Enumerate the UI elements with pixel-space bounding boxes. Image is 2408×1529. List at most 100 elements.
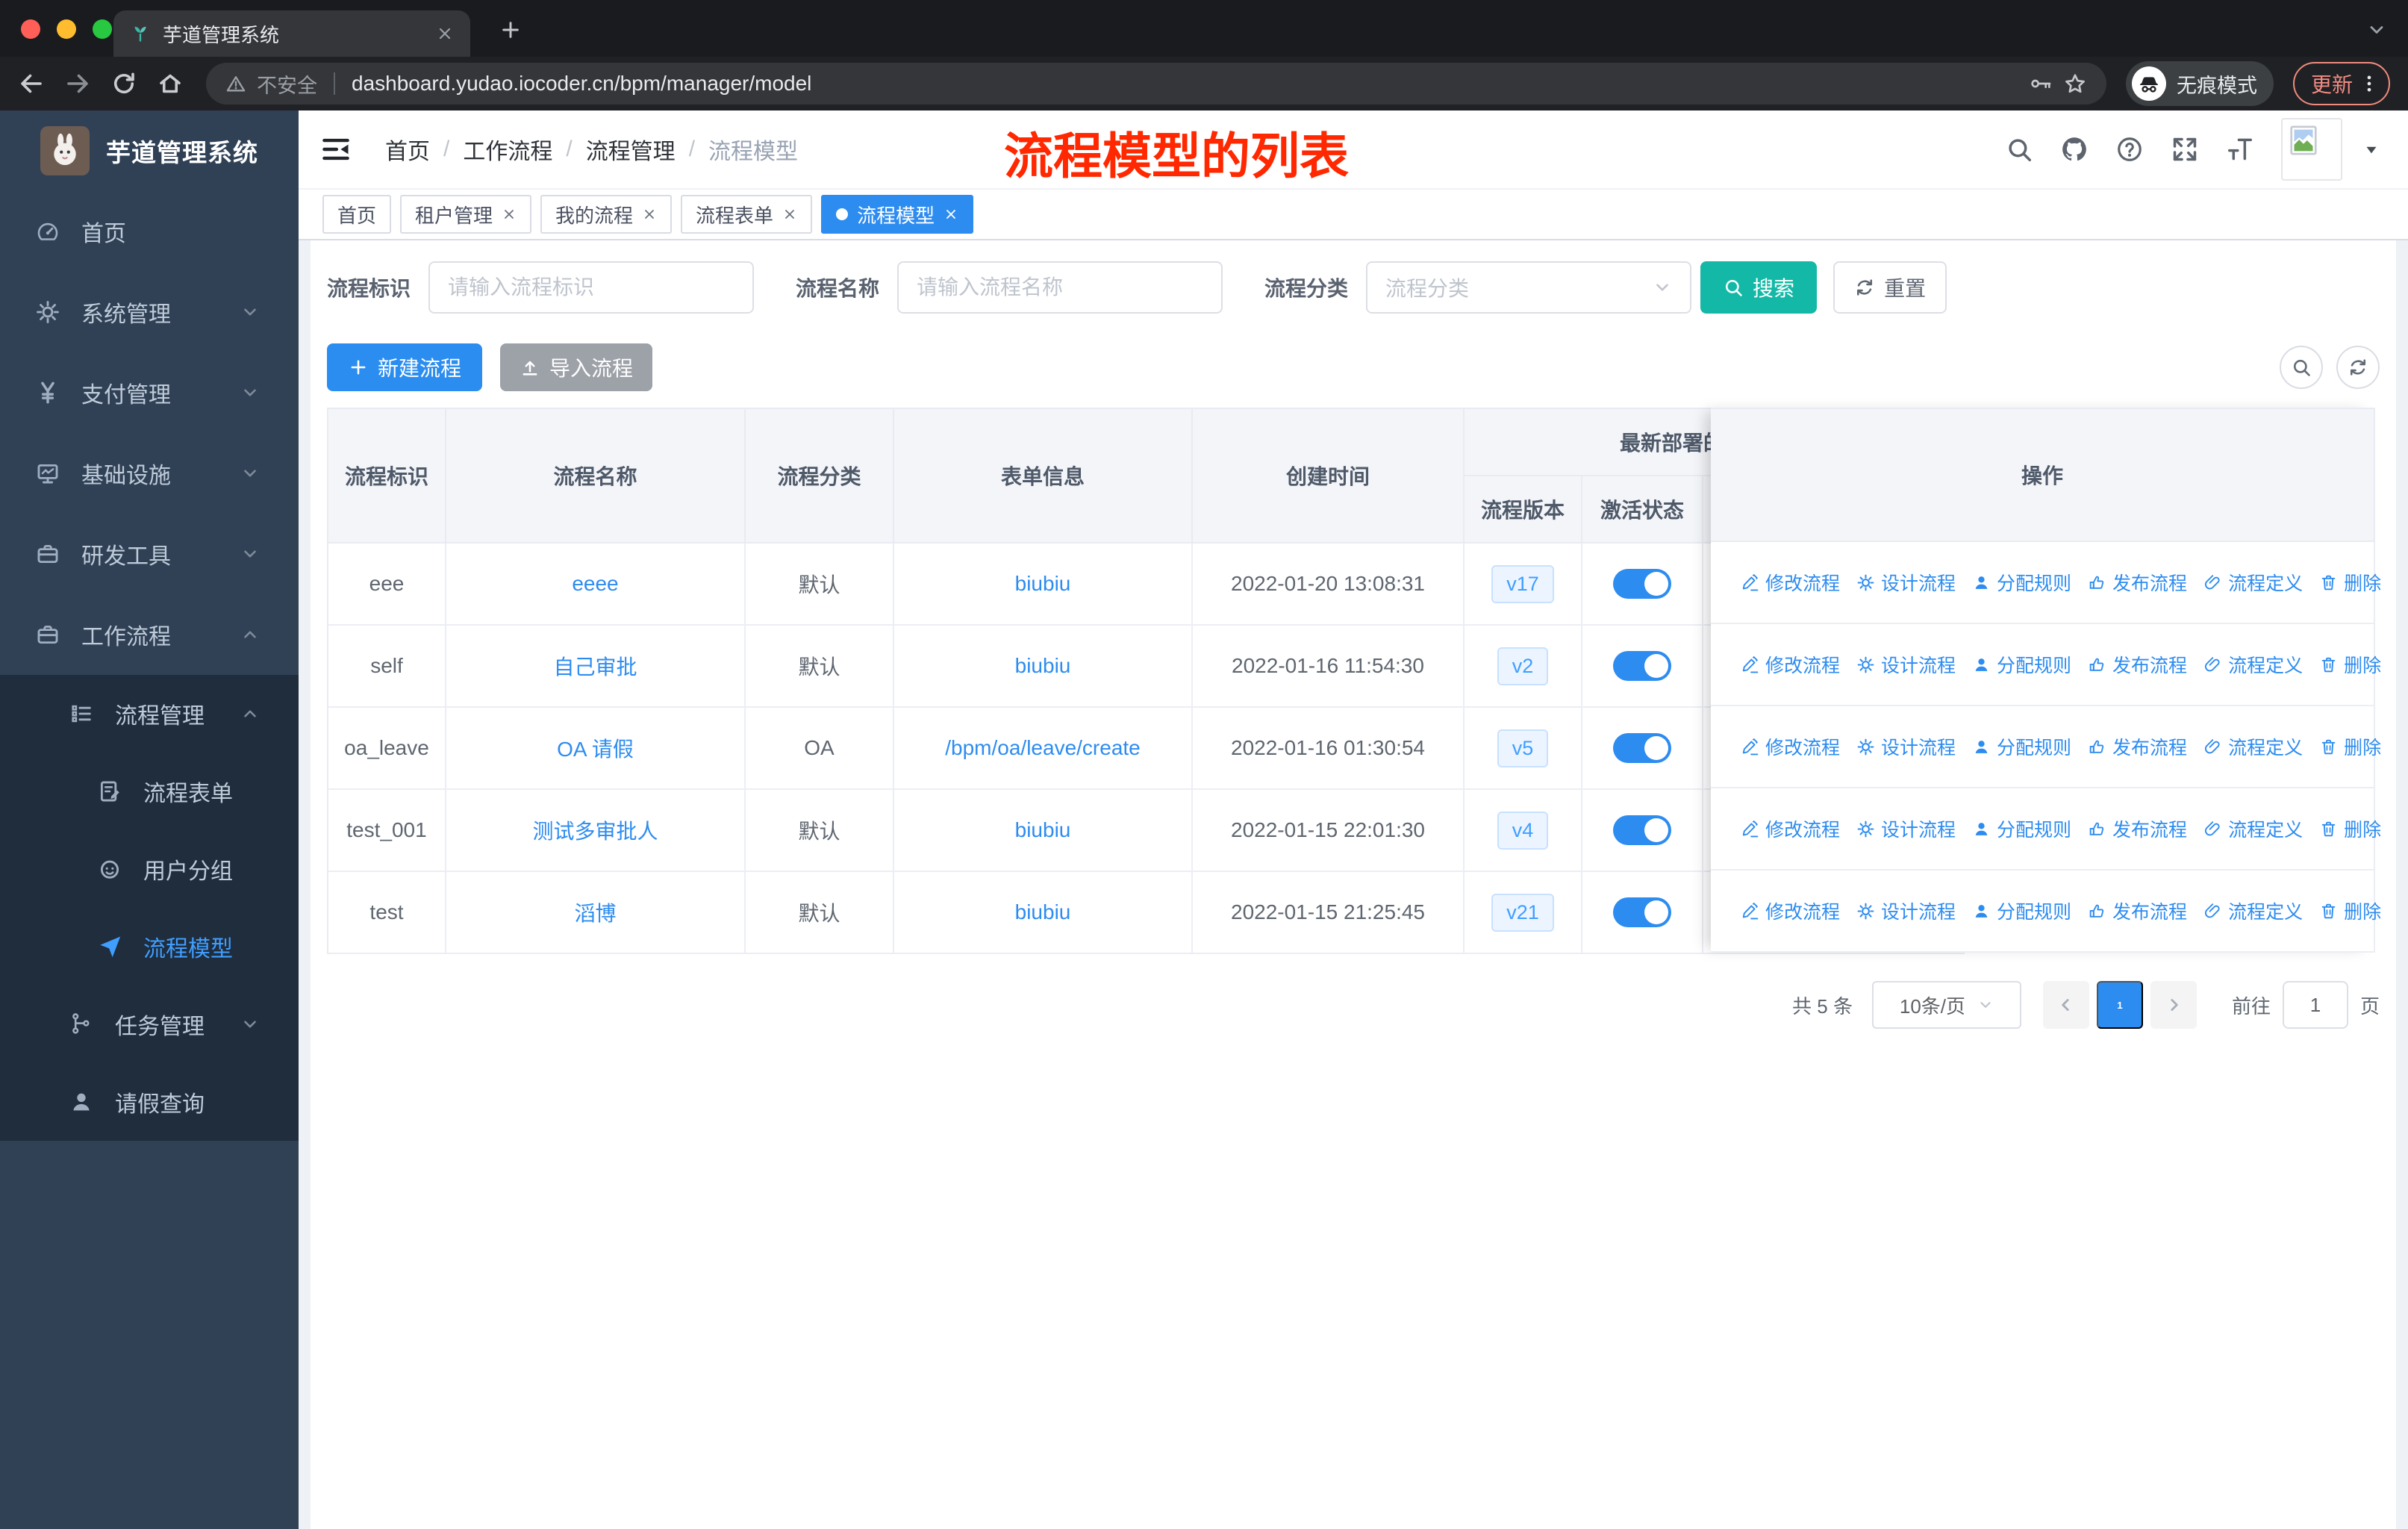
window-minimize-button[interactable] [57,19,76,39]
action-delete-link[interactable]: 删除 [2319,569,2381,596]
search-button[interactable]: 搜索 [1700,261,1818,314]
form-info-link[interactable]: biubiu [1015,818,1071,842]
form-info-link[interactable]: /bpm/oa/leave/create [945,736,1141,760]
create-process-button[interactable]: 新建流程 [327,343,483,391]
goto-page-input[interactable] [2282,981,2348,1029]
action-delete-link[interactable]: 删除 [2319,815,2381,842]
sidebar-item-leave-query[interactable]: 请假查询 [0,1063,299,1141]
form-info-link[interactable]: biubiu [1015,900,1071,924]
sidebar-item-process-manage[interactable]: 流程管理 [0,675,299,753]
tag-close-icon[interactable] [782,207,797,222]
active-toggle[interactable] [1613,897,1671,927]
sidebar-item-payment[interactable]: 支付管理 [0,352,299,433]
action-publish-link[interactable]: 发布流程 [2088,651,2187,678]
action-design-link[interactable]: 设计流程 [1856,815,1956,842]
action-assign-link[interactable]: 分配规则 [1972,651,2071,678]
search-icon[interactable] [2005,135,2033,164]
action-edit-link[interactable]: 修改流程 [1741,733,1840,760]
tags-view-tab[interactable]: 我的流程 [540,195,673,234]
sidebar-item-system[interactable]: 系统管理 [0,272,299,352]
action-definition-link[interactable]: 流程定义 [2203,733,2303,760]
action-publish-link[interactable]: 发布流程 [2088,733,2187,760]
home-icon[interactable] [157,70,184,97]
process-name-link[interactable]: 滔博 [574,897,616,927]
font-size-icon[interactable] [2226,135,2254,164]
sidebar-item-workflow[interactable]: 工作流程 [0,594,299,675]
action-design-link[interactable]: 设计流程 [1856,651,1956,678]
action-assign-link[interactable]: 分配规则 [1972,733,2071,760]
action-edit-link[interactable]: 修改流程 [1741,569,1840,596]
github-icon[interactable] [2060,135,2089,164]
back-icon[interactable] [18,70,45,97]
filter-category-select[interactable]: 流程分类 [1366,261,1692,314]
action-design-link[interactable]: 设计流程 [1856,897,1956,924]
window-close-button[interactable] [21,19,40,39]
tag-close-icon[interactable] [943,207,958,222]
help-icon[interactable] [2115,135,2144,164]
tag-close-icon[interactable] [502,207,517,222]
reload-icon[interactable] [110,70,137,97]
process-name-link[interactable]: eeee [572,572,618,596]
action-edit-link[interactable]: 修改流程 [1741,815,1840,842]
tab-close-icon[interactable] [436,25,454,43]
page-size-select[interactable]: 10条/页 [1871,981,2021,1029]
action-edit-link[interactable]: 修改流程 [1741,651,1840,678]
next-page-button[interactable] [2150,981,2197,1029]
action-delete-link[interactable]: 删除 [2319,733,2381,760]
address-bar[interactable]: 不安全 dashboard.yudao.iocoder.cn/bpm/manag… [206,63,2106,105]
user-avatar[interactable] [2281,118,2342,181]
process-name-link[interactable]: 自己审批 [553,651,637,681]
process-name-link[interactable]: 测试多审批人 [532,815,658,845]
action-assign-link[interactable]: 分配规则 [1972,569,2071,596]
prev-page-button[interactable] [2042,981,2089,1029]
filter-key-input[interactable] [428,261,755,314]
password-key-icon[interactable] [2029,72,2053,96]
new-tab-button[interactable] [499,18,523,42]
action-definition-link[interactable]: 流程定义 [2203,897,2303,924]
active-toggle[interactable] [1613,569,1671,599]
refresh-table-button[interactable] [2336,346,2380,389]
sidebar-item-home[interactable]: 首页 [0,191,299,272]
tags-view-tab[interactable]: 首页 [322,195,392,234]
action-edit-link[interactable]: 修改流程 [1741,897,1840,924]
action-publish-link[interactable]: 发布流程 [2088,569,2187,596]
action-design-link[interactable]: 设计流程 [1856,569,1956,596]
action-definition-link[interactable]: 流程定义 [2203,651,2303,678]
fullscreen-icon[interactable] [2171,135,2199,164]
reset-button[interactable]: 重置 [1833,261,1947,314]
sidebar-item-process-model[interactable]: 流程模型 [0,908,299,985]
breadcrumb-item[interactable]: 工作流程 [463,133,552,166]
action-publish-link[interactable]: 发布流程 [2088,815,2187,842]
active-toggle[interactable] [1613,815,1671,845]
sidebar-collapse-icon[interactable] [319,133,352,166]
avatar-caret-down-icon[interactable] [2362,140,2381,159]
sidebar-item-task-manage[interactable]: 任务管理 [0,985,299,1063]
forward-icon[interactable] [64,70,91,97]
tags-view-tab[interactable]: 流程模型 [821,195,974,234]
tags-view-tab[interactable]: 流程表单 [681,195,813,234]
action-delete-link[interactable]: 删除 [2319,651,2381,678]
process-name-link[interactable]: OA 请假 [557,733,634,763]
form-info-link[interactable]: biubiu [1015,654,1071,678]
action-definition-link[interactable]: 流程定义 [2203,569,2303,596]
bookmark-star-icon[interactable] [2063,72,2087,96]
sidebar-item-user-group[interactable]: 用户分组 [0,830,299,908]
browser-update-button[interactable]: 更新 [2292,62,2390,105]
show-search-toggle-button[interactable] [2280,346,2323,389]
breadcrumb-item[interactable]: 首页 [385,133,430,166]
breadcrumb-item[interactable]: 流程管理 [586,133,676,166]
tags-view-tab[interactable]: 租户管理 [400,195,532,234]
filter-name-input[interactable] [897,261,1223,314]
sidebar-item-infra[interactable]: 基础设施 [0,433,299,514]
browser-menu-dots-icon[interactable] [2359,73,2380,94]
action-definition-link[interactable]: 流程定义 [2203,815,2303,842]
action-assign-link[interactable]: 分配规则 [1972,897,2071,924]
active-toggle[interactable] [1613,651,1671,681]
browser-tab[interactable]: 芋道管理系统 [113,10,470,57]
form-info-link[interactable]: biubiu [1015,572,1071,596]
window-zoom-button[interactable] [93,19,112,39]
sidebar-item-process-form[interactable]: 流程表单 [0,753,299,830]
sidebar-item-devtools[interactable]: 研发工具 [0,514,299,594]
action-assign-link[interactable]: 分配规则 [1972,815,2071,842]
action-design-link[interactable]: 设计流程 [1856,733,1956,760]
